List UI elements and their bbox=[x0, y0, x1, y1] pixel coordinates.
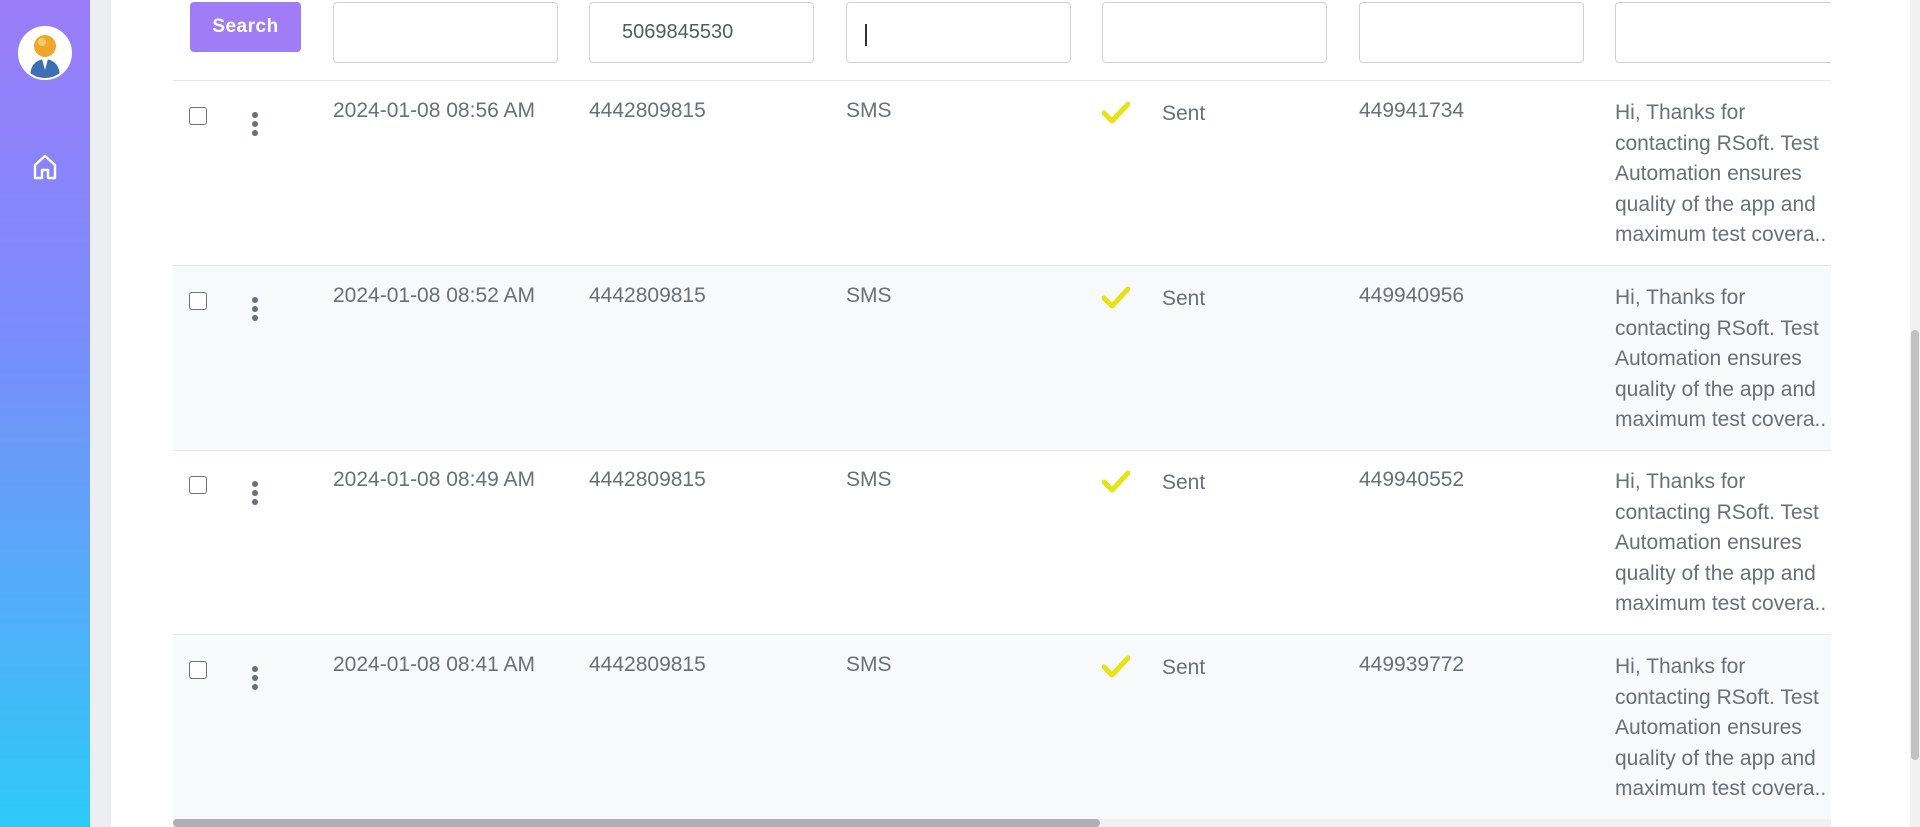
row-type: SMS bbox=[846, 284, 892, 307]
row-type: SMS bbox=[846, 468, 892, 491]
row-from: 4442809815 bbox=[589, 468, 706, 491]
kebab-menu-icon[interactable] bbox=[251, 296, 259, 322]
table-row: 2024-01-08 08:56 AM 4442809815 SMS Sent … bbox=[173, 81, 1831, 266]
row-status: Sent bbox=[1162, 287, 1206, 310]
row-id: 449940956 bbox=[1359, 284, 1465, 307]
vertical-scrollbar-thumb[interactable] bbox=[1911, 330, 1919, 760]
kebab-menu-icon[interactable] bbox=[251, 665, 259, 691]
row-checkbox[interactable] bbox=[189, 107, 207, 125]
row-id: 449939772 bbox=[1359, 653, 1465, 676]
filter-date-input[interactable] bbox=[333, 2, 558, 63]
table-row: 2024-01-08 08:41 AM 4442809815 SMS Sent … bbox=[173, 635, 1831, 820]
kebab-menu-icon[interactable] bbox=[251, 480, 259, 506]
horizontal-scrollbar-thumb[interactable] bbox=[173, 819, 1100, 827]
messages-card: Search 2024-01-08 08:56 AM 4442809815 SM… bbox=[111, 0, 1915, 827]
row-from: 4442809815 bbox=[589, 653, 706, 676]
row-type: SMS bbox=[846, 99, 892, 122]
home-icon[interactable] bbox=[30, 152, 60, 182]
filter-from-input[interactable] bbox=[589, 2, 814, 63]
user-avatar[interactable] bbox=[18, 26, 72, 80]
row-status: Sent bbox=[1162, 656, 1206, 679]
row-type: SMS bbox=[846, 653, 892, 676]
row-message: Hi, Thanks for contacting RSoft. Test Au… bbox=[1615, 286, 1827, 431]
filter-status-input[interactable] bbox=[1102, 2, 1327, 63]
filter-message-input[interactable] bbox=[1615, 2, 1831, 63]
filter-row: Search bbox=[173, 0, 1831, 81]
row-from: 4442809815 bbox=[589, 284, 706, 307]
checkmark-icon bbox=[1102, 101, 1130, 124]
row-message: Hi, Thanks for contacting RSoft. Test Au… bbox=[1615, 101, 1827, 246]
row-message: Hi, Thanks for contacting RSoft. Test Au… bbox=[1615, 655, 1827, 800]
row-status: Sent bbox=[1162, 102, 1206, 125]
vertical-scrollbar[interactable] bbox=[1910, 0, 1920, 827]
row-checkbox[interactable] bbox=[189, 292, 207, 310]
checkmark-icon bbox=[1102, 470, 1130, 493]
row-date: 2024-01-08 08:56 AM bbox=[333, 99, 535, 122]
checkmark-icon bbox=[1102, 286, 1130, 309]
text-caret bbox=[865, 24, 867, 46]
row-checkbox[interactable] bbox=[189, 476, 207, 494]
table-row: 2024-01-08 08:49 AM 4442809815 SMS Sent … bbox=[173, 450, 1831, 635]
filter-id-input[interactable] bbox=[1359, 2, 1584, 63]
filter-type-input[interactable] bbox=[846, 2, 1071, 63]
row-from: 4442809815 bbox=[589, 99, 706, 122]
checkmark-icon bbox=[1102, 655, 1130, 678]
filter-type-field[interactable] bbox=[846, 2, 1071, 63]
horizontal-scrollbar[interactable] bbox=[173, 819, 1831, 827]
search-button[interactable]: Search bbox=[190, 2, 301, 52]
messages-table: Search 2024-01-08 08:56 AM 4442809815 SM… bbox=[173, 0, 1831, 827]
row-date: 2024-01-08 08:41 AM bbox=[333, 653, 535, 676]
sidebar bbox=[0, 0, 90, 827]
row-date: 2024-01-08 08:52 AM bbox=[333, 284, 535, 307]
user-avatar-icon bbox=[20, 28, 70, 78]
kebab-menu-icon[interactable] bbox=[251, 111, 259, 137]
row-status: Sent bbox=[1162, 471, 1206, 494]
row-id: 449940552 bbox=[1359, 468, 1465, 491]
row-date: 2024-01-08 08:49 AM bbox=[333, 468, 535, 491]
row-checkbox[interactable] bbox=[189, 661, 207, 679]
table-row: 2024-01-08 08:52 AM 4442809815 SMS Sent … bbox=[173, 266, 1831, 451]
row-id: 449941734 bbox=[1359, 99, 1465, 122]
row-message: Hi, Thanks for contacting RSoft. Test Au… bbox=[1615, 470, 1827, 615]
